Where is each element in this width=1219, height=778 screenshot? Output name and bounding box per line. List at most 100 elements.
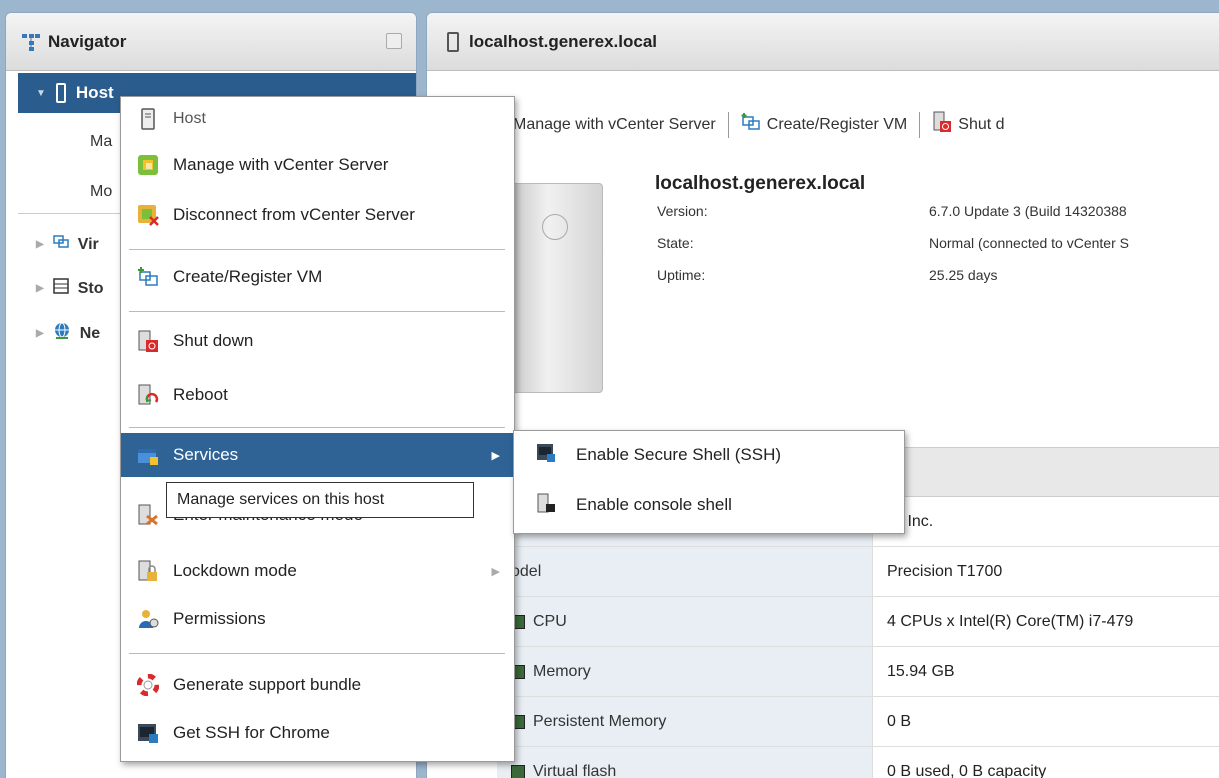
- console-icon: [536, 493, 556, 518]
- nav-host-label: Host: [75, 83, 114, 102]
- main-header: localhost.generex.local: [427, 13, 1219, 71]
- hw-label-cpu: CPU: [497, 597, 873, 646]
- ctx-permissions[interactable]: Permissions: [121, 597, 514, 641]
- hw-label-text: Virtual flash: [533, 762, 617, 778]
- main-panel: localhost.generex.local Manage with vCen…: [426, 12, 1219, 778]
- hw-label-text: CPU: [533, 612, 567, 630]
- shutdown-icon: [137, 330, 159, 352]
- ctx-divider: [129, 653, 505, 654]
- network-icon: [52, 321, 72, 346]
- ctx-reboot-label: Reboot: [173, 385, 228, 404]
- expand-triangle-icon[interactable]: ▶: [36, 239, 44, 250]
- terminal-icon: [137, 722, 159, 744]
- server-image: [511, 183, 603, 393]
- lockdown-icon: [137, 560, 159, 582]
- host-context-menu: Host Manage with vCenter Server Disconne…: [120, 96, 515, 762]
- ctx-divider: [129, 311, 505, 312]
- hw-label-persistent-memory: Persistent Memory: [497, 697, 873, 746]
- toolbar-divider: [919, 111, 921, 138]
- host-toolbar: Manage with vCenter Server Create/Regist…: [513, 111, 1005, 138]
- toolbar-shutdown-label: Shut d: [958, 115, 1005, 133]
- nav-sub-monitor[interactable]: Mo: [90, 183, 112, 201]
- restore-icon[interactable]: [386, 33, 402, 49]
- info-value: 6.7.0 Update 3 (Build 14320388: [929, 203, 1127, 219]
- ctx-reboot[interactable]: Reboot: [121, 373, 514, 417]
- server-icon: [55, 83, 66, 103]
- ctx-ssh-chrome[interactable]: Get SSH for Chrome: [121, 711, 514, 755]
- toolbar-manage-vcenter-button[interactable]: Manage with vCenter Server: [513, 116, 716, 134]
- main-title: localhost.generex.local: [469, 31, 658, 51]
- ctx-create-label: Create/Register VM: [173, 267, 323, 286]
- permissions-icon: [137, 608, 159, 630]
- toolbar-create-vm-button[interactable]: Create/Register VM: [741, 112, 908, 137]
- toolbar-divider: [727, 111, 729, 138]
- toolbar-create-label: Create/Register VM: [766, 115, 908, 133]
- hw-value: 0 B used, 0 B capacity: [887, 762, 1047, 778]
- hw-value: Precision T1700: [887, 562, 1003, 580]
- ctx-permissions-label: Permissions: [173, 609, 266, 628]
- flash-icon: [511, 764, 525, 778]
- ctx-disconnect-label: Disconnect from vCenter Server: [173, 205, 415, 224]
- submenu-enable-ssh[interactable]: Enable Secure Shell (SSH): [514, 433, 904, 477]
- submenu-ssh-label: Enable Secure Shell (SSH): [576, 445, 782, 464]
- hw-label-text: Memory: [533, 662, 591, 680]
- ctx-shutdown[interactable]: Shut down: [121, 319, 514, 363]
- ctx-services[interactable]: Services ▶: [121, 433, 514, 477]
- reboot-icon: [137, 384, 159, 406]
- lifebuoy-icon: [137, 674, 159, 696]
- hw-label-memory: Memory: [497, 647, 873, 696]
- ctx-shutdown-label: Shut down: [173, 331, 254, 350]
- ctx-create-vm[interactable]: Create/Register VM: [121, 255, 514, 299]
- submenu-arrow-icon: ▶: [491, 449, 500, 462]
- hw-label-virtual-flash: Virtual flash: [497, 747, 873, 778]
- ctx-manage-vcenter[interactable]: Manage with vCenter Server: [121, 143, 514, 187]
- hw-value: 0 B: [887, 712, 912, 730]
- disconnect-icon: [137, 204, 159, 226]
- server-icon: [137, 108, 159, 130]
- expand-triangle-icon[interactable]: ▶: [36, 283, 44, 294]
- collapse-triangle-icon[interactable]: ▼: [36, 88, 46, 99]
- services-submenu: Enable Secure Shell (SSH) Enable console…: [513, 430, 905, 534]
- hw-label: odel: [497, 547, 873, 596]
- ctx-ssh-chrome-label: Get SSH for Chrome: [173, 723, 330, 742]
- nav-tree-storage[interactable]: ▶ Sto: [36, 277, 103, 300]
- submenu-arrow-icon: ▶: [491, 565, 500, 578]
- navigator-icon: [20, 31, 42, 53]
- host-name: localhost.generex.local: [655, 173, 866, 194]
- submenu-enable-console[interactable]: Enable console shell: [514, 483, 904, 527]
- hw-value: ell Inc.: [887, 512, 934, 530]
- expand-triangle-icon[interactable]: ▶: [36, 328, 44, 339]
- create-vm-icon: [137, 266, 159, 288]
- vcenter-icon: [137, 154, 159, 176]
- services-icon: [137, 444, 159, 466]
- shutdown-icon: [932, 111, 952, 138]
- ctx-support-bundle[interactable]: Generate support bundle: [121, 663, 514, 707]
- ctx-divider: [129, 427, 505, 428]
- table-row: Virtual flash 0 B used, 0 B capacity: [497, 747, 1219, 778]
- navigator-title: Navigator: [48, 31, 127, 51]
- vm-icon: [52, 233, 70, 256]
- ctx-divider: [129, 249, 505, 250]
- navigator-header: Navigator: [6, 13, 416, 71]
- nav-tree-vms[interactable]: ▶ Vir: [36, 233, 99, 256]
- nav-tree-vms-label: Vir: [77, 235, 99, 253]
- toolbar-shutdown-button[interactable]: Shut d: [932, 111, 1005, 138]
- nav-sub-manage[interactable]: Ma: [90, 133, 112, 151]
- info-label: State:: [657, 235, 694, 251]
- ctx-disconnect-vcenter[interactable]: Disconnect from vCenter Server: [121, 193, 514, 237]
- hw-label-text: Persistent Memory: [533, 712, 667, 730]
- ctx-title-label: Host: [173, 110, 206, 127]
- table-row: odel Precision T1700: [497, 547, 1219, 597]
- table-row: CPU 4 CPUs x Intel(R) Core(TM) i7-479: [497, 597, 1219, 647]
- ctx-manage-label: Manage with vCenter Server: [173, 155, 389, 174]
- info-value: 25.25 days: [929, 267, 998, 283]
- info-value: Normal (connected to vCenter S: [929, 235, 1129, 251]
- storage-icon: [52, 277, 70, 300]
- ctx-services-label: Services: [173, 445, 239, 464]
- create-vm-icon: [741, 112, 761, 137]
- nav-tree-networking-label: Ne: [79, 324, 101, 342]
- nav-tree-networking[interactable]: ▶ Ne: [36, 321, 100, 346]
- ctx-lockdown[interactable]: Lockdown mode ▶: [121, 549, 514, 593]
- hw-value: 4 CPUs x Intel(R) Core(TM) i7-479: [887, 612, 1134, 630]
- services-tooltip: Manage services on this host: [166, 482, 474, 518]
